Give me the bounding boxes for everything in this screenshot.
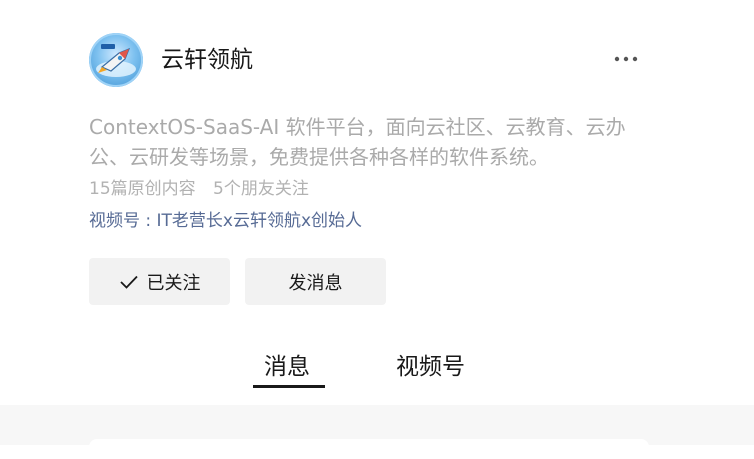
more-dots-icon xyxy=(614,56,638,62)
tab-video-channel[interactable]: 视频号 xyxy=(396,350,465,384)
more-options-button[interactable] xyxy=(610,50,642,68)
followed-label: 已关注 xyxy=(146,272,201,294)
followed-button[interactable]: 已关注 xyxy=(89,258,230,305)
avatar[interactable] xyxy=(89,33,143,87)
active-tab-indicator xyxy=(253,385,325,388)
article-count: 15篇原创内容 xyxy=(89,179,196,199)
check-icon xyxy=(119,275,138,289)
content-card xyxy=(89,439,649,459)
rocket-avatar-icon xyxy=(89,33,143,87)
send-message-label: 发消息 xyxy=(288,272,343,294)
profile-description: ContextOS-SaaS-AI 软件平台，面向云社区、云教育、云办公、云研发… xyxy=(89,115,626,169)
send-message-button[interactable]: 发消息 xyxy=(245,258,386,305)
video-channel-link[interactable]: 视频号 : IT老营长x云轩领航x创始人 xyxy=(89,209,362,233)
profile-stats: 15篇原创内容 5个朋友关注 xyxy=(89,177,309,201)
tab-messages[interactable]: 消息 xyxy=(264,350,310,384)
friend-follow-count: 5个朋友关注 xyxy=(213,179,309,199)
profile-name: 云轩领航 xyxy=(161,47,253,73)
